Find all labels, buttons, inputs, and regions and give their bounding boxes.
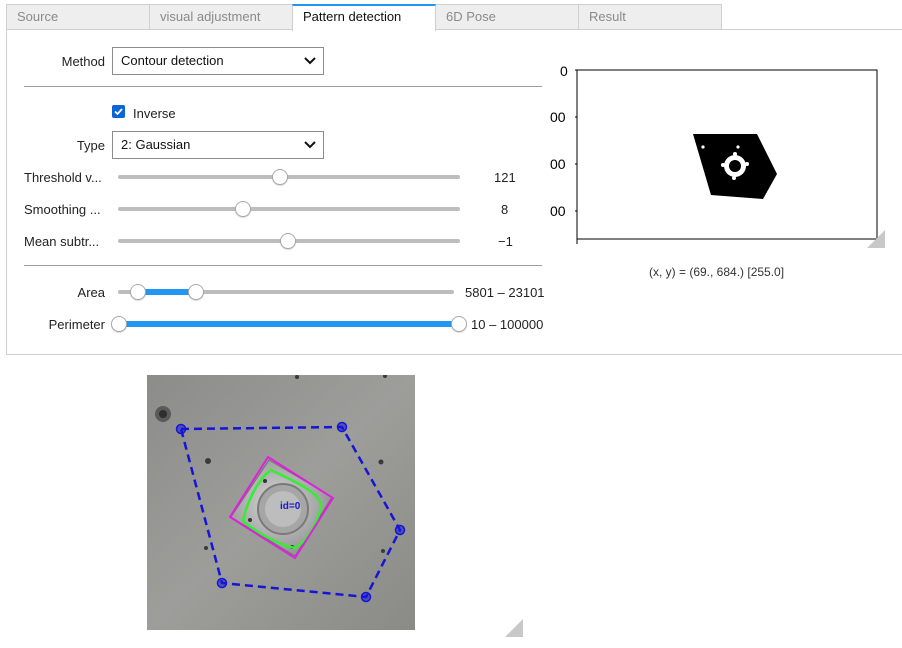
- tab-bar: Source visual adjustment Pattern detecti…: [6, 4, 902, 31]
- pattern-detection-panel: Method Contour detection Inverse Type 2:…: [6, 29, 902, 355]
- object-id-label: id=0: [280, 501, 301, 512]
- smoothing-slider-track[interactable]: [118, 207, 460, 211]
- mean-subtraction-label: Mean subtr...: [24, 234, 100, 249]
- type-select[interactable]: 2: Gaussian: [112, 131, 324, 159]
- area-label: Area: [77, 285, 105, 300]
- chevron-down-icon: [304, 141, 316, 149]
- chevron-down-icon: [304, 57, 316, 65]
- perimeter-range-max-handle[interactable]: [451, 316, 467, 332]
- method-select-value: Contour detection: [121, 53, 224, 68]
- perimeter-range-value: 10 – 100000: [471, 317, 544, 332]
- threshold-label: Threshold v...: [24, 170, 102, 185]
- tab-source[interactable]: Source: [6, 4, 150, 30]
- smoothing-label: Smoothing ...: [24, 202, 101, 217]
- plot-coordinate-readout: (x, y) = (69., 684.) [255.0]: [649, 265, 785, 279]
- divider: [24, 86, 542, 87]
- type-label: Type: [76, 138, 105, 153]
- inverse-checkbox[interactable]: [112, 105, 125, 118]
- area-range-min-handle[interactable]: [130, 284, 146, 300]
- plot-ytick-1: 00: [550, 109, 566, 125]
- plot-ytick-2: 00: [550, 156, 566, 172]
- inverse-label: Inverse: [133, 106, 176, 121]
- plot-resize-handle[interactable]: [867, 230, 885, 248]
- perimeter-label: Perimeter: [48, 317, 105, 332]
- threshold-value: 121: [494, 170, 516, 185]
- smoothing-value: 8: [501, 202, 509, 217]
- threshold-slider-handle[interactable]: [272, 169, 288, 185]
- image-resize-handle[interactable]: [505, 619, 523, 637]
- divider: [24, 265, 542, 266]
- perimeter-range-fill: [118, 321, 460, 327]
- area-range-max-handle[interactable]: [188, 284, 204, 300]
- tab-pattern-detection[interactable]: Pattern detection: [292, 4, 436, 31]
- perimeter-range-min-handle[interactable]: [111, 316, 127, 332]
- mean-subtraction-slider-handle[interactable]: [280, 233, 296, 249]
- detection-result-image: id=0: [147, 375, 415, 630]
- threshold-slider-track[interactable]: [118, 175, 460, 179]
- method-label: Method: [61, 54, 105, 69]
- smoothing-slider-handle[interactable]: [235, 201, 251, 217]
- plot-ytick-0: 0: [560, 63, 568, 79]
- tab-result[interactable]: Result: [578, 4, 722, 30]
- area-range-value: 5801 – 23101: [465, 285, 545, 300]
- tab-visual-adjustment[interactable]: visual adjustment: [149, 4, 293, 30]
- check-icon: [114, 108, 123, 116]
- binary-mask-plot[interactable]: [575, 68, 881, 244]
- tab-6d-pose[interactable]: 6D Pose: [435, 4, 579, 30]
- method-select[interactable]: Contour detection: [112, 47, 324, 75]
- plot-ytick-3: 00: [550, 203, 566, 219]
- mean-subtraction-value: −1: [498, 234, 513, 249]
- type-select-value: 2: Gaussian: [121, 137, 191, 152]
